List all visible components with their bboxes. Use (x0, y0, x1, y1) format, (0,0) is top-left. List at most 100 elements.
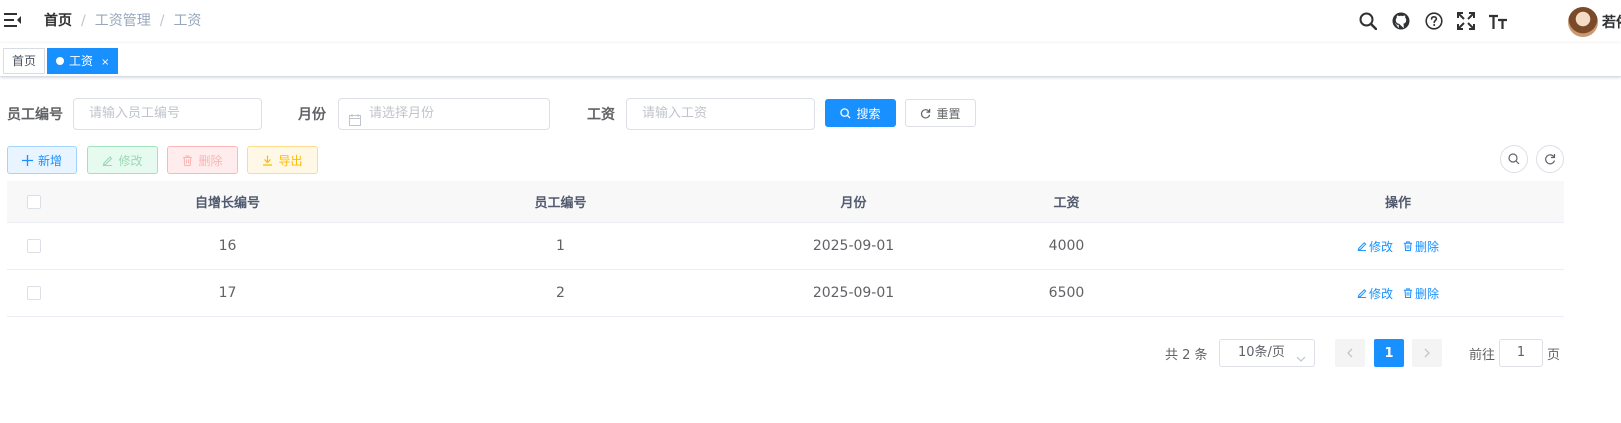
salary-label: 工资 (587, 107, 615, 123)
column-header-actions: 操作 (1384, 196, 1411, 211)
fullscreen-icon[interactable] (1455, 9, 1477, 33)
row-delete-link[interactable]: 删除 (1403, 238, 1439, 255)
search-icon[interactable] (1357, 9, 1379, 33)
tag-label: 工资 (69, 54, 94, 68)
employee-no-label: 员工编号 (7, 107, 63, 123)
salary-placeholder: 请输入工资 (642, 106, 708, 121)
month-picker[interactable]: 请选择月份 (338, 98, 550, 130)
delete-button[interactable]: 删除 (167, 146, 238, 174)
row-edit-label: 修改 (1368, 286, 1393, 301)
pagination-total: 共 2 条 (1165, 348, 1208, 363)
add-button-label: 新增 (37, 153, 62, 168)
calendar-icon (349, 108, 361, 138)
row-checkbox[interactable] (27, 286, 41, 300)
delete-icon (1403, 288, 1413, 298)
select-all-checkbox[interactable] (27, 194, 41, 209)
breadcrumb-separator: / (159, 13, 165, 29)
add-button[interactable]: 新增 (7, 146, 77, 174)
tag-label: 首页 (12, 54, 37, 68)
edit-button[interactable]: 修改 (87, 146, 158, 174)
github-icon[interactable] (1390, 9, 1412, 33)
question-icon[interactable] (1423, 9, 1445, 33)
page-size-value: 10条/页 (1238, 345, 1285, 360)
edit-icon (1357, 242, 1367, 251)
column-header-salary[interactable]: 工资 (980, 181, 1153, 222)
salary-input[interactable]: 请输入工资 (626, 98, 815, 130)
cell-id: 17 (218, 285, 237, 301)
column-header-id[interactable]: 自增长编号 (61, 181, 394, 222)
row-select-cell (7, 270, 61, 316)
navbar: 首页 / 工资管理 / 工资 若依 (0, 0, 1621, 43)
row-edit-label: 修改 (1368, 239, 1393, 254)
cell-actions: 修改 删除 (1153, 270, 1621, 316)
search-icon (840, 107, 852, 119)
employee-no-placeholder: 请输入员工编号 (89, 106, 181, 121)
goto-page-input[interactable]: 1 (1499, 339, 1543, 367)
page-number-button[interactable]: 1 (1374, 339, 1404, 367)
table-header: 自增长编号 员工编号 月份 工资 操作 (7, 181, 1564, 223)
active-dot-icon (56, 57, 64, 65)
edit-button-label: 修改 (118, 153, 143, 168)
cell-salary: 6500 (1048, 285, 1085, 301)
edit-icon (103, 155, 113, 166)
breadcrumb-item-salary: 工资 (173, 13, 202, 29)
chevron-left-icon (1347, 348, 1353, 358)
font-size-icon[interactable] (1487, 9, 1509, 33)
table-row: 16 1 2025-09-01 4000 修改 删除 (7, 223, 1564, 270)
row-edit-link[interactable]: 修改 (1357, 238, 1393, 255)
column-header-month[interactable]: 月份 (727, 181, 980, 222)
delete-icon (1403, 241, 1413, 251)
export-button-label: 导出 (278, 153, 303, 168)
reset-button[interactable]: 重置 (905, 99, 976, 127)
month-placeholder: 请选择月份 (369, 106, 435, 121)
column-header-employee-no[interactable]: 员工编号 (394, 181, 727, 222)
page-size-select[interactable]: 10条/页 (1219, 339, 1315, 367)
search-button-label: 搜索 (856, 106, 881, 121)
search-button[interactable]: 搜索 (825, 99, 896, 127)
row-delete-label: 删除 (1415, 239, 1440, 254)
refresh-icon (1545, 154, 1556, 165)
export-button[interactable]: 导出 (247, 146, 318, 174)
next-page-button[interactable] (1412, 339, 1442, 367)
tag-salary[interactable]: 工资 × (47, 48, 119, 74)
search-icon (1508, 153, 1520, 165)
cell-employee-no: 1 (556, 238, 565, 254)
cell-salary: 4000 (1048, 238, 1085, 254)
chevron-down-icon (1296, 348, 1306, 374)
delete-button-label: 删除 (198, 153, 223, 168)
cell-month: 2025-09-01 (812, 238, 895, 254)
close-icon[interactable]: × (101, 57, 109, 68)
breadcrumb-item-home[interactable]: 首页 (44, 13, 72, 29)
reset-button-label: 重置 (936, 106, 961, 121)
avatar[interactable] (1568, 7, 1598, 37)
tags-view: 首页 工资 × (0, 43, 1621, 77)
breadcrumb: 首页 / 工资管理 / 工资 (44, 11, 201, 31)
employee-no-input[interactable]: 请输入员工编号 (73, 98, 262, 130)
edit-icon (1357, 289, 1367, 298)
cell-employee-no: 2 (556, 285, 565, 301)
toggle-search-button[interactable] (1500, 145, 1528, 173)
select-all-cell (7, 181, 61, 222)
row-select-cell (7, 223, 61, 269)
breadcrumb-item-salary-management: 工资管理 (94, 13, 151, 29)
chevron-right-icon (1424, 348, 1430, 358)
page-suffix-label: 页 (1547, 348, 1561, 363)
refresh-button[interactable] (1536, 145, 1564, 173)
username[interactable]: 若依 (1602, 12, 1621, 32)
row-delete-label: 删除 (1415, 286, 1440, 301)
cell-id: 16 (218, 238, 237, 254)
table-row: 17 2 2025-09-01 6500 修改 删除 (7, 270, 1564, 317)
row-edit-link[interactable]: 修改 (1357, 285, 1393, 302)
hamburger-icon[interactable] (4, 12, 22, 28)
breadcrumb-separator: / (81, 13, 86, 29)
month-label: 月份 (298, 107, 326, 123)
row-delete-link[interactable]: 删除 (1403, 285, 1439, 302)
refresh-icon (921, 108, 931, 118)
cell-month: 2025-09-01 (812, 285, 895, 301)
cell-actions: 修改 删除 (1153, 223, 1621, 269)
goto-label: 前往 (1469, 348, 1496, 363)
prev-page-button[interactable] (1335, 339, 1365, 367)
tag-home[interactable]: 首页 (3, 48, 46, 74)
row-checkbox[interactable] (27, 239, 41, 253)
plus-icon (21, 154, 33, 166)
